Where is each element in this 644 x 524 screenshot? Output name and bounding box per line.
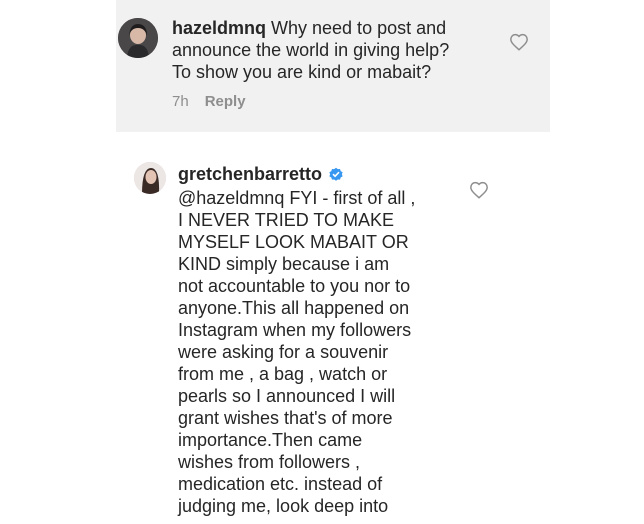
comment-line: not accountable to you nor to (178, 276, 411, 296)
comment-line: importance.Then came (178, 430, 363, 450)
avatar-hazeldmnq[interactable] (118, 18, 158, 58)
comment-line: grant wishes that's of more (178, 408, 393, 428)
comment-line: hazeldmnq Why need to post and (172, 18, 447, 38)
timestamp: 7h (172, 93, 189, 110)
comment-line: KIND simply because i am (178, 254, 390, 274)
comment-line: @hazeldmnq FYI - first of all , (178, 188, 416, 208)
comment-hazeldmnq: hazeldmnq Why need to post and announce … (172, 17, 492, 83)
avatar-gretchenbarretto[interactable] (134, 162, 166, 194)
comment-line: MYSELF LOOK MABAIT OR (178, 232, 409, 252)
heart-icon[interactable] (509, 33, 529, 51)
comment-line: I NEVER TRIED TO MAKE (178, 210, 395, 230)
comment-line: Instagram when my followers (178, 320, 412, 340)
verified-badge-icon (328, 165, 344, 187)
comment-line: from me , a bag , watch or (178, 364, 388, 384)
comment-line: To show you are kind or mabait? (172, 62, 432, 82)
comment-line: anyone.This all happened on (178, 298, 410, 318)
comment-line: judging me, look deep into (178, 496, 389, 516)
heart-icon[interactable] (469, 181, 489, 199)
username-row: gretchenbarretto (178, 163, 453, 187)
comment-line: pearls so I announced I will (178, 386, 396, 406)
username-hazeldmnq[interactable]: hazeldmnq (172, 18, 266, 38)
comment-line: were asking for a souvenir (178, 342, 389, 362)
comment-line: announce the world in giving help? (172, 40, 450, 60)
comment-line: wishes from followers , (178, 452, 361, 472)
comment-line: medication etc. instead of (178, 474, 383, 494)
comment-meta: 7h Reply (172, 93, 246, 110)
username-gretchenbarretto[interactable]: gretchenbarretto (178, 164, 322, 184)
comment-gretchenbarretto: gretchenbarretto @hazeldmnq FYI - first … (178, 163, 453, 517)
reply-button[interactable]: Reply (205, 93, 246, 110)
